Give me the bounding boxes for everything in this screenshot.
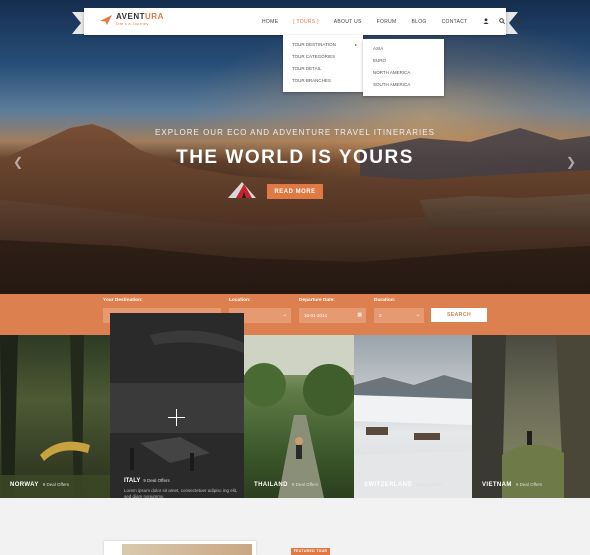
featured-section [0, 498, 590, 555]
thailand-path-image [244, 335, 354, 498]
paper-plane-icon [100, 14, 112, 25]
tile-label: VIETNAM 9 Deal Offers [482, 482, 543, 488]
chevron-down-icon: ⌄ [415, 312, 420, 318]
nav-menu: HOME [ TOURS ] ABOUT US FORUM BLOG CONTA… [262, 8, 532, 35]
submenu-item-north-america[interactable]: NORTH AMERICA [363, 67, 444, 79]
nav-item-blog[interactable]: BLOG [412, 19, 427, 25]
hero-title: THE WORLD IS YOURS [176, 147, 414, 168]
nav-item-home[interactable]: HOME [262, 19, 278, 25]
search-icon[interactable] [498, 17, 505, 26]
menu-item-tour-destination[interactable]: TOUR DESTINATION ▸ [283, 39, 363, 51]
tile-norway[interactable]: NORWAY 9 Deal Offers [0, 335, 112, 498]
tour-search-bar: Your Destination: Location: ⌄ Departure … [0, 294, 590, 335]
departure-date-input[interactable]: 16-01-2014 ▦ [299, 308, 366, 323]
user-icon[interactable] [483, 17, 489, 26]
nav-item-tours[interactable]: [ TOURS ] [293, 19, 319, 25]
submenu-item-asia[interactable]: ASIA [363, 43, 444, 55]
expand-plus-icon-bar [168, 417, 185, 418]
submenu-arrow-icon: ▸ [354, 42, 357, 47]
logo[interactable]: AVENTURA Life's a Journey [100, 13, 164, 26]
nav-item-contact[interactable]: CONTACT [442, 19, 468, 25]
duration-select[interactable]: 2 ⌄ [374, 308, 424, 323]
tile-label: THAILAND 9 Deal Offers [254, 482, 319, 488]
slider-next-icon[interactable]: ❯ [566, 155, 576, 169]
norway-forest-image [0, 335, 112, 498]
submenu-item-south-america[interactable]: SOUTH AMERICA [363, 79, 444, 91]
calendar-icon: ▦ [357, 312, 362, 318]
featured-tour-badge: FEATURED TOUR [291, 548, 330, 555]
featured-card-image [122, 544, 252, 555]
tile-label: ITALY 9 Deal Offers [124, 478, 170, 484]
nav-item-about-us[interactable]: ABOUT US [334, 19, 362, 25]
tile-vietnam[interactable]: VIETNAM 9 Deal Offers [472, 335, 590, 498]
tile-label: SWITZERLAND 9 Deal Offers [364, 482, 443, 488]
slider-prev-icon[interactable]: ❮ [13, 155, 23, 169]
tile-thailand[interactable]: THAILAND 9 Deal Offers [244, 335, 354, 498]
destination-submenu: ASIA EURO NORTH AMERICA SOUTH AMERICA [363, 39, 444, 96]
submenu-item-euro[interactable]: EURO [363, 55, 444, 67]
tile-switzerland[interactable]: SWITZERLAND 9 Deal Offers [354, 335, 472, 498]
vietnam-cliffs-image [472, 335, 590, 498]
nav-item-forum[interactable]: FORUM [377, 19, 397, 25]
departure-date-label: Departure Date: [299, 298, 335, 303]
read-more-button[interactable]: READ MORE [267, 184, 323, 199]
duration-label: Duration: [374, 298, 396, 303]
location-label: Location: [229, 298, 251, 303]
destination-tiles: NORWAY 9 Deal Offers THAILAND 9 Deal Offer… [0, 335, 590, 498]
main-navbar: AVENTURA Life's a Journey HOME [ TOURS ]… [84, 8, 522, 35]
menu-item-tour-detail[interactable]: TOUR DETAIL [283, 63, 363, 75]
tours-dropdown: TOUR DESTINATION ▸ TOUR CATEGORIES TOUR D… [283, 35, 363, 92]
chevron-down-icon: ⌄ [282, 312, 287, 318]
hero-subtitle: EXPLORE OUR ECO AND ADVENTURE TRAVEL ITI… [155, 128, 435, 137]
tile-label: NORWAY 9 Deal Offers [10, 482, 70, 488]
destination-label: Your Destination: [103, 298, 143, 303]
tent-image [228, 182, 256, 198]
tile-italy[interactable]: ITALY 9 Deal Offers Lorem ipsum dolor sit… [110, 313, 244, 519]
logo-name: AVENTURA [116, 12, 164, 21]
menu-item-tour-categories[interactable]: TOUR CATEGORIES [283, 51, 363, 63]
search-button[interactable]: SEARCH [431, 308, 487, 322]
menu-item-tour-branches[interactable]: TOUR BRANCHES [283, 75, 363, 87]
cart-icon[interactable] [514, 17, 522, 26]
switzerland-snow-image [354, 375, 472, 498]
logo-tagline: Life's a Journey [116, 21, 149, 26]
